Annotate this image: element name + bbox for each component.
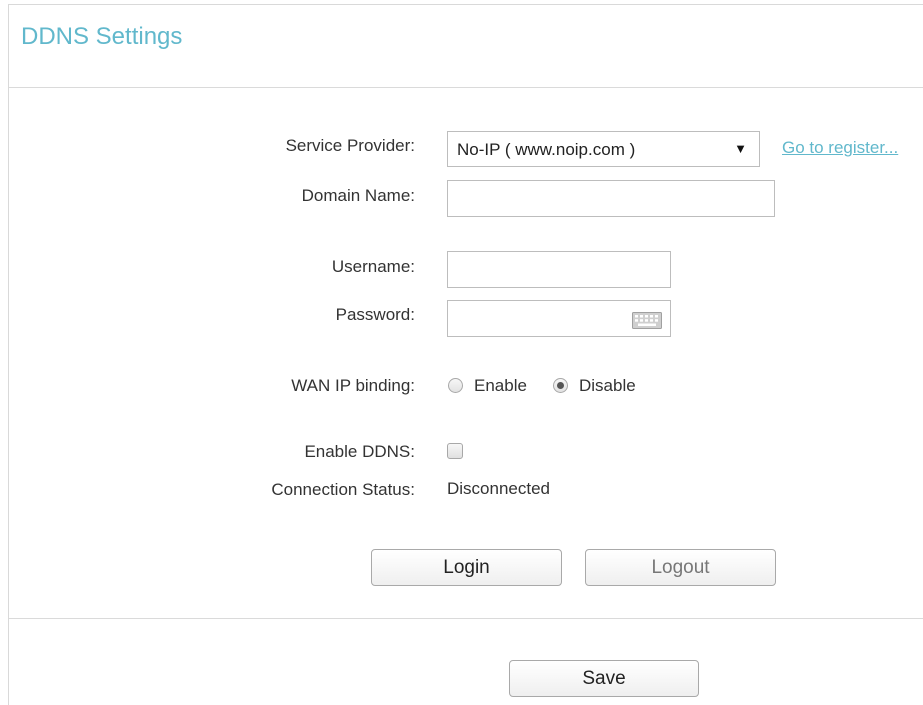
ddns-panel (8, 4, 923, 705)
domain-name-label: Domain Name: (301, 186, 415, 205)
footer-divider (9, 618, 923, 619)
radio-selected-dot (557, 382, 564, 389)
go-to-register-link[interactable]: Go to register... (782, 138, 898, 158)
save-button[interactable]: Save (509, 660, 699, 697)
username-input[interactable] (447, 251, 671, 288)
password-label: Password: (335, 305, 415, 324)
enable-ddns-checkbox[interactable] (447, 443, 463, 459)
connection-status-label: Connection Status: (271, 480, 415, 499)
keyboard-icon[interactable] (632, 312, 662, 329)
dropdown-arrow-icon: ▼ (734, 141, 747, 156)
username-label: Username: (331, 257, 415, 276)
connection-status-value: Disconnected (447, 479, 551, 498)
service-provider-select[interactable]: No-IP ( www.noip.com ) ▼ (447, 131, 760, 167)
wan-ip-disable-radio[interactable] (553, 378, 568, 393)
logout-button[interactable]: Logout (585, 549, 776, 586)
page-title: DDNS Settings (21, 23, 183, 50)
service-provider-value: No-IP ( www.noip.com ) (457, 140, 636, 159)
enable-ddns-label: Enable DDNS: (304, 442, 415, 461)
wan-ip-disable-label[interactable]: Disable (579, 376, 636, 396)
title-divider (9, 87, 923, 88)
password-field[interactable] (447, 300, 671, 337)
wan-ip-enable-label[interactable]: Enable (474, 376, 527, 396)
domain-name-input[interactable] (447, 180, 775, 217)
service-provider-label: Service Provider: (285, 136, 415, 155)
wan-ip-enable-radio[interactable] (448, 378, 463, 393)
wan-ip-binding-label: WAN IP binding: (291, 376, 415, 395)
login-button[interactable]: Login (371, 549, 562, 586)
